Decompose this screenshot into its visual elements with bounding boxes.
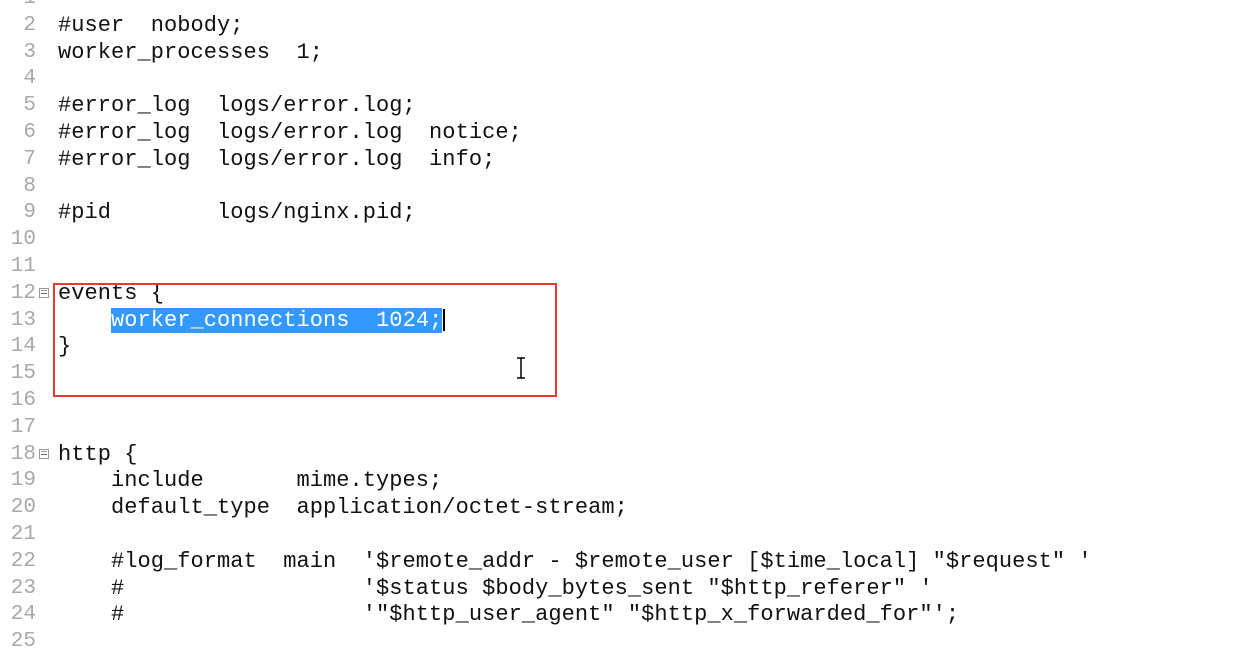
code-line[interactable]: 4 — [0, 66, 1244, 93]
code-line[interactable]: 7 #error_log logs/error.log info; — [0, 147, 1244, 174]
text-cursor-ibeam-icon — [517, 357, 525, 379]
code-line[interactable]: 20 default_type application/octet-stream… — [0, 495, 1244, 522]
fold-minus-icon[interactable] — [39, 287, 49, 298]
code-line[interactable]: 12 events { — [0, 281, 1244, 308]
code-text[interactable]: #error_log logs/error.log info; — [58, 147, 495, 174]
code-line[interactable]: 15 — [0, 361, 1244, 388]
line-number: 20 — [10, 496, 36, 520]
code-text[interactable]: #error_log logs/error.log; — [58, 93, 416, 120]
code-text[interactable]: # '"$http_user_agent" "$http_x_forwarded… — [58, 602, 959, 629]
line-number: 9 — [23, 201, 36, 225]
code-line[interactable]: 14} — [0, 334, 1244, 361]
line-number: 7 — [23, 147, 36, 171]
code-line[interactable]: 18 http { — [0, 442, 1244, 469]
code-line[interactable]: 5 #error_log logs/error.log; — [0, 93, 1244, 120]
code-text[interactable]: worker_connections 1024; — [58, 307, 446, 335]
code-line[interactable]: 24 # '"$http_user_agent" "$http_x_forwar… — [0, 602, 1244, 629]
code-line[interactable]: 11 — [0, 254, 1244, 281]
code-line[interactable]: 16 — [0, 388, 1244, 415]
code-line[interactable]: 22 #log_format main '$remote_addr - $rem… — [0, 549, 1244, 576]
code-line[interactable]: 23 # '$status $body_bytes_sent "$http_re… — [0, 576, 1244, 603]
code-text[interactable]: http { — [58, 442, 138, 469]
line-number: 10 — [10, 228, 36, 252]
line-number: 5 — [23, 94, 36, 118]
line-number: 19 — [10, 469, 36, 493]
code-text[interactable]: #error_log logs/error.log notice; — [58, 120, 522, 147]
code-line[interactable]: 8 — [0, 174, 1244, 201]
code-line[interactable]: 21 — [0, 522, 1244, 549]
code-line[interactable]: 9 #pid logs/nginx.pid; — [0, 200, 1244, 227]
code-line[interactable]: 2 #user nobody; — [0, 13, 1244, 40]
line-number: 15 — [10, 362, 36, 386]
line-number: 16 — [10, 388, 36, 412]
code-text[interactable]: include mime.types; — [58, 468, 442, 495]
line-number: 11 — [10, 254, 36, 278]
line-number: 23 — [10, 576, 36, 600]
line-number: 24 — [10, 603, 36, 627]
code-editor[interactable]: 1 2#user nobody; 3worker_processes 1; 4 … — [0, 0, 1244, 656]
line-number: 14 — [10, 335, 36, 359]
line-number: 1 — [0, 0, 36, 13]
line-number: 3 — [23, 40, 36, 64]
line-number: 18 — [10, 442, 36, 466]
line-number: 8 — [23, 174, 36, 198]
code-line[interactable]: 6 #error_log logs/error.log notice; — [0, 120, 1244, 147]
line-number: 22 — [10, 549, 36, 573]
code-text[interactable]: } — [58, 334, 71, 361]
line-number: 25 — [10, 630, 36, 654]
code-line[interactable]: 1 — [0, 0, 1244, 13]
line-number: 13 — [10, 308, 36, 332]
line-number: 4 — [23, 67, 36, 91]
line-number: 12 — [10, 281, 36, 305]
code-line[interactable]: 19 include mime.types; — [0, 468, 1244, 495]
fold-minus-icon[interactable] — [39, 448, 49, 459]
code-text[interactable]: # '$status $body_bytes_sent "$http_refer… — [58, 576, 933, 603]
code-text[interactable]: #user nobody; — [58, 13, 244, 40]
code-line[interactable]: 25 — [0, 629, 1244, 656]
code-line-selected[interactable]: 13 worker_connections 1024; — [0, 307, 1244, 335]
code-text[interactable]: #log_format main '$remote_addr - $remote… — [58, 549, 1092, 576]
selected-text[interactable]: worker_connections 1024; — [111, 307, 443, 333]
line-number: 17 — [10, 415, 36, 439]
line-number: 2 — [23, 13, 36, 37]
line-number: 21 — [10, 522, 36, 546]
code-text[interactable]: default_type application/octet-stream; — [58, 495, 628, 522]
text-caret — [443, 308, 446, 331]
code-line[interactable]: 10 — [0, 227, 1244, 254]
code-line[interactable]: 3 worker_processes 1; — [0, 40, 1244, 67]
line-number: 6 — [23, 120, 36, 144]
code-text[interactable]: #pid logs/nginx.pid; — [58, 200, 416, 227]
code-text[interactable]: events { — [58, 281, 164, 308]
code-text[interactable]: worker_processes 1; — [58, 40, 323, 67]
code-line[interactable]: 17 — [0, 415, 1244, 442]
